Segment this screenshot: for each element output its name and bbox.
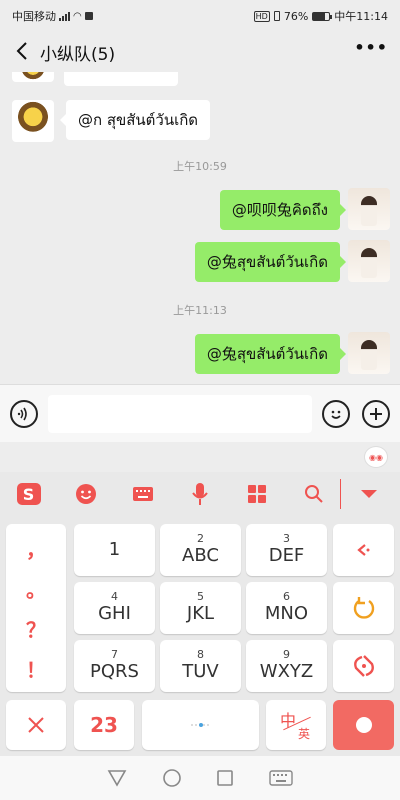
notification-icon [84, 12, 93, 20]
vibrate-icon [273, 11, 280, 21]
punctuation-key[interactable]: ？ [26, 608, 46, 648]
key-1[interactable]: 1 [74, 524, 155, 576]
message-bubble[interactable]: @呗呗兔คิดถึง [219, 190, 347, 230]
wifi-icon: ◠ [73, 10, 82, 22]
reenter-key[interactable] [333, 582, 394, 634]
voice-input-icon[interactable] [10, 400, 38, 428]
avatar[interactable] [12, 72, 54, 82]
keyboard-icon[interactable] [114, 472, 171, 516]
message-input[interactable] [48, 395, 312, 433]
key-8[interactable]: 8 TUV [160, 640, 241, 692]
punctuation-key[interactable]: 。 [26, 568, 46, 608]
refresh-icon [353, 597, 374, 619]
key-7[interactable]: 7 PQRS [74, 640, 155, 692]
avatar[interactable] [348, 188, 390, 230]
space-key[interactable] [142, 700, 259, 750]
chat-title: 小纵队(5) [40, 45, 116, 65]
avatar[interactable] [348, 332, 390, 374]
system-nav-bar [0, 756, 400, 800]
key-3[interactable]: 3 DEF [246, 524, 327, 576]
key-2[interactable]: 2 ABC [160, 524, 241, 576]
soft-keyboard: S ， 。 ？ ！ 1 2 ABC 3 DEF 4 GHI 5 JKL 6 MNO 7 PQ… [0, 472, 400, 756]
backspace-icon [356, 544, 369, 556]
avatar[interactable] [348, 240, 390, 282]
search-icon[interactable] [285, 472, 342, 516]
punctuation-key[interactable]: ， [26, 528, 46, 568]
message-bubble[interactable] [64, 72, 178, 86]
space-icon [190, 723, 211, 727]
backspace-key[interactable] [333, 524, 394, 576]
status-bar: 中国移动 ◠ HD 76% 中午11:14 [0, 0, 400, 30]
symbols-icon [28, 717, 44, 733]
key-6[interactable]: 6 MNO [246, 582, 327, 634]
chat-header: 小纵队(5) ••• [0, 30, 400, 72]
nav-home-icon[interactable] [162, 768, 182, 788]
add-icon[interactable] [362, 400, 390, 428]
sogou-brand-key[interactable] [333, 640, 394, 692]
ime-header: ◉◉ [0, 442, 400, 472]
keyboard-toolbar: S [0, 472, 400, 516]
message-bubble[interactable]: @兔สุขสันต์วันเกิด [194, 242, 347, 282]
key-5[interactable]: 5 JKL [160, 582, 241, 634]
battery-percent: 76% [283, 9, 309, 23]
punctuation-key[interactable]: ！ [26, 648, 46, 688]
emoji-icon[interactable] [322, 400, 350, 428]
nav-recents-icon[interactable] [216, 769, 234, 787]
symbol-key[interactable] [6, 700, 66, 750]
clock: 中午11:14 [334, 10, 388, 23]
enter-icon [355, 717, 372, 733]
battery-icon [312, 11, 333, 21]
hd-icon: HD [253, 10, 270, 22]
sogou-swirl-icon [353, 655, 374, 677]
enter-key[interactable] [333, 700, 394, 750]
apps-icon[interactable] [228, 472, 285, 516]
key-9[interactable]: 9 WXYZ [246, 640, 327, 692]
cell-signal-icon [59, 11, 70, 21]
ime-mascot-icon[interactable]: ◉◉ [364, 446, 388, 468]
language-switch-key[interactable]: 中 英 [266, 700, 326, 750]
microphone-icon[interactable] [171, 472, 228, 516]
avatar[interactable] [12, 100, 54, 142]
nav-back-icon[interactable] [107, 769, 127, 787]
input-bar [0, 384, 400, 442]
emoji-icon[interactable] [57, 472, 114, 516]
sogou-logo-icon[interactable]: S [0, 472, 57, 516]
key-4[interactable]: 4 GHI [74, 582, 155, 634]
timestamp: 上午11:13 [173, 304, 227, 317]
collapse-icon[interactable] [340, 479, 397, 509]
timestamp: 上午10:59 [173, 160, 227, 173]
message-bubble[interactable]: @兔สุขสันต์วันเกิด [194, 334, 347, 374]
message-bubble[interactable]: @ก สุขสันต์วันเกิด [59, 100, 211, 140]
punctuation-list[interactable]: ， 。 ？ ！ [6, 524, 66, 692]
more-options-icon[interactable]: ••• [354, 38, 388, 57]
back-arrow-icon[interactable] [8, 36, 36, 66]
message-list[interactable]: @ก สุขสันต์วันเกิด 上午10:59 @呗呗兔คิดถึง @兔… [0, 72, 400, 384]
number-key[interactable]: 23 [74, 700, 134, 750]
nav-keyboard-icon[interactable] [269, 770, 293, 786]
carrier-label: 中国移动 [12, 10, 56, 23]
